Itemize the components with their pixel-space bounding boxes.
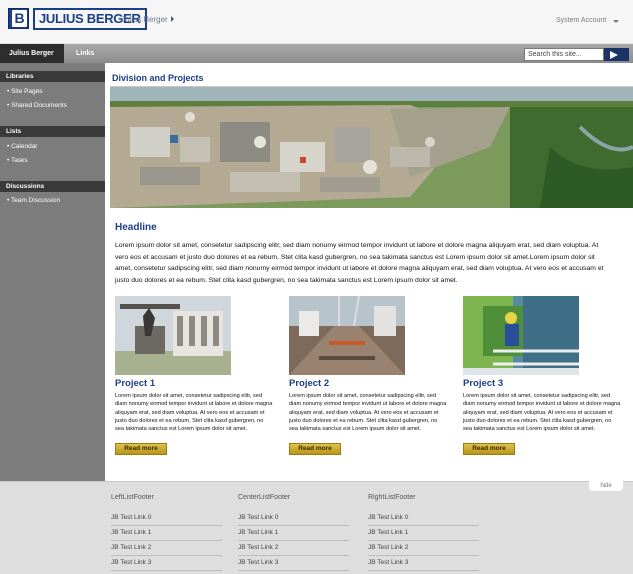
footer-right-link[interactable]: JB Test Link 1 xyxy=(368,526,479,541)
sidebar-heading-libraries[interactable]: Libraries xyxy=(0,71,105,82)
intro-paragraph: Lorem ipsum dolor sit amet, consetetur s… xyxy=(115,242,604,284)
sidebar-item-shared-documents[interactable]: Shared Documents xyxy=(7,102,67,109)
project-2-description: Lorem ipsum dolor sit amet, consetetur s… xyxy=(289,393,447,433)
footer-hide-toggle[interactable]: hide xyxy=(589,481,623,491)
project-3-read-more-button[interactable]: Read more xyxy=(463,443,515,455)
sidebar-item-site-pages[interactable]: Site Pages xyxy=(7,88,42,95)
tab-links[interactable]: Links xyxy=(76,44,94,63)
project-1-read-more-button[interactable]: Read more xyxy=(115,443,167,455)
search-button[interactable] xyxy=(604,48,629,61)
project-1-image[interactable] xyxy=(115,296,231,375)
project-2-image[interactable] xyxy=(289,296,405,375)
brand-logo-icon[interactable]: B xyxy=(8,8,29,29)
footer-left-link[interactable]: JB Test Link 3 xyxy=(111,556,222,571)
sidebar-item-team-discussion[interactable]: Team Discussion xyxy=(7,197,60,204)
footer-center-link[interactable]: JB Test Link 3 xyxy=(238,556,349,571)
system-account-menu[interactable]: System Account xyxy=(556,17,606,24)
tab-julius-berger[interactable]: Julius Berger xyxy=(0,44,64,63)
footer-center-title: CenterListFooter xyxy=(238,494,291,501)
project-1-description: Lorem ipsum dolor sit amet, consetetur s… xyxy=(115,393,273,433)
breadcrumb-arrow-icon xyxy=(171,16,174,22)
project-2-read-more-button[interactable]: Read more xyxy=(289,443,341,455)
headline: Headline xyxy=(115,222,157,233)
sidebar-heading-lists[interactable]: Lists xyxy=(0,126,105,137)
project-3-title[interactable]: Project 3 xyxy=(463,378,503,389)
footer-right-link[interactable]: JB Test Link 3 xyxy=(368,556,479,571)
footer-left-title: LeftListFooter xyxy=(111,494,154,501)
project-1-title[interactable]: Project 1 xyxy=(115,378,155,389)
chevron-down-icon[interactable] xyxy=(613,20,619,23)
footer-center-link[interactable]: JB Test Link 2 xyxy=(238,541,349,556)
page-title: Division and Projects xyxy=(112,73,204,83)
search-arrow-icon xyxy=(610,51,618,59)
search-input[interactable]: Search this site... xyxy=(524,48,604,61)
footer-center-link[interactable]: JB Test Link 1 xyxy=(238,526,349,541)
project-3-image[interactable] xyxy=(463,296,579,375)
footer-left-link[interactable]: JB Test Link 1 xyxy=(111,526,222,541)
sidebar-item-calendar[interactable]: Calendar xyxy=(7,143,37,150)
footer-right-link[interactable]: JB Test Link 2 xyxy=(368,541,479,556)
site-title-breadcrumb[interactable]: Julius Berger xyxy=(121,15,168,24)
project-2-title[interactable]: Project 2 xyxy=(289,378,329,389)
footer-center-link[interactable]: JB Test Link 0 xyxy=(238,511,349,526)
project-3-description: Lorem ipsum dolor sit amet, consetetur s… xyxy=(463,393,621,433)
sidebar-heading-discussions[interactable]: Discussions xyxy=(0,181,105,192)
footer-left-link[interactable]: JB Test Link 0 xyxy=(111,511,222,526)
logo-letter: B xyxy=(12,10,27,27)
footer-left-link[interactable]: JB Test Link 2 xyxy=(111,541,222,556)
footer-right-link[interactable]: JB Test Link 0 xyxy=(368,511,479,526)
sidebar-item-tasks[interactable]: Tasks xyxy=(7,157,28,164)
hero-image xyxy=(110,87,633,208)
footer-right-title: RightListFooter xyxy=(368,494,416,501)
